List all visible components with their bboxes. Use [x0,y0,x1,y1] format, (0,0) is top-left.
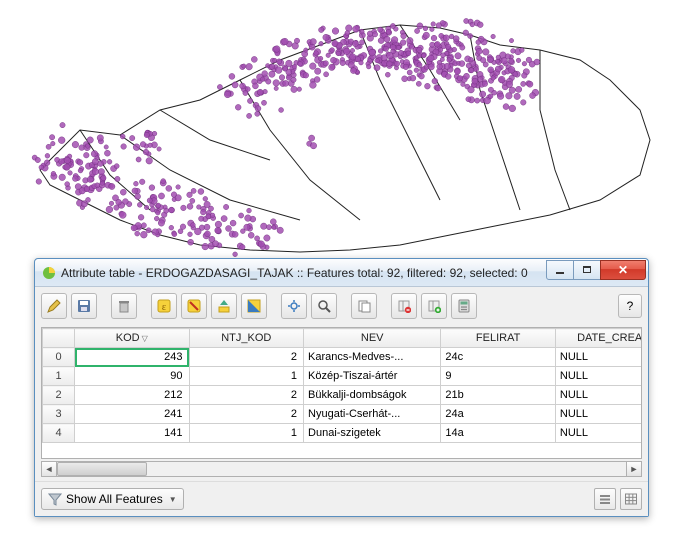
select-by-expression-button[interactable]: ε [151,293,177,319]
toolbar: ε ? [35,287,648,325]
table-row[interactable]: 1901Közép-Tiszai-ártér9NULLNULL [43,367,643,386]
close-button[interactable]: ✕ [600,260,646,280]
pan-to-selected-button[interactable] [281,293,307,319]
move-selection-top-button[interactable] [211,293,237,319]
cell-felirat[interactable]: 21b [441,386,555,405]
copy-rows-button[interactable] [351,293,377,319]
delete-column-button[interactable] [391,293,417,319]
epsilon-icon: ε [157,299,171,313]
toggle-edit-button[interactable] [41,293,67,319]
cell-felirat[interactable]: 24c [441,348,555,367]
scroll-track[interactable] [57,461,626,477]
cell-kod[interactable]: 243 [75,348,189,367]
cell-nev[interactable]: Karancs-Medves-... [304,348,441,367]
map-canvas [0,0,679,300]
trash-icon [116,298,132,314]
table-row[interactable]: 22122Bükkalji-dombságok21bNULLNULL [43,386,643,405]
minimize-button[interactable] [546,260,574,280]
cell-kod[interactable]: 90 [75,367,189,386]
deselect-all-button[interactable] [181,293,207,319]
cell-ntjkod[interactable]: 2 [189,405,303,424]
column-header-nev[interactable]: NEV [304,329,441,348]
cell-datecreat[interactable]: NULL [555,348,642,367]
cell-kod[interactable]: 141 [75,424,189,443]
cell-felirat[interactable]: 14a [441,424,555,443]
cell-felirat[interactable]: 24a [441,405,555,424]
cell-datecreat[interactable]: NULL [555,386,642,405]
row-header[interactable]: 1 [43,367,75,386]
table-row[interactable]: 32412Nyugati-Cserhát-...24aNULLNULL [43,405,643,424]
zoom-icon [317,299,331,313]
pencil-icon [46,298,62,314]
pan-icon [287,299,301,313]
sort-desc-icon: ▽ [142,334,148,343]
filter-mode-label: Show All Features [66,492,163,506]
cell-nev[interactable]: Nyugati-Cserhát-... [304,405,441,424]
delete-selected-button[interactable] [111,293,137,319]
zoom-to-selected-button[interactable] [311,293,337,319]
row-header[interactable]: 2 [43,386,75,405]
title-bar[interactable]: Attribute table - ERDOGAZDASAGI_TAJAK ::… [35,259,648,287]
deselect-icon [187,299,201,313]
cell-datecreat[interactable]: NULL [555,405,642,424]
cell-nev[interactable]: Közép-Tiszai-ártér [304,367,441,386]
maximize-button[interactable] [573,260,601,280]
field-calculator-button[interactable] [451,293,477,319]
window-title: Attribute table - ERDOGAZDASAGI_TAJAK ::… [61,266,547,280]
column-header-ntjkod[interactable]: NTJ_KOD [189,329,303,348]
invert-icon [247,299,261,313]
save-edits-button[interactable] [71,293,97,319]
attribute-table-window: Attribute table - ERDOGAZDASAGI_TAJAK ::… [34,258,649,517]
scroll-left-button[interactable]: ◄ [41,461,57,477]
new-column-icon [427,299,441,313]
save-icon [76,298,92,314]
cell-datecreat[interactable]: NULL [555,424,642,443]
new-column-button[interactable] [421,293,447,319]
scroll-right-button[interactable]: ► [626,461,642,477]
cell-datecreat[interactable]: NULL [555,367,642,386]
table-view-button[interactable] [620,488,642,510]
column-header-felirat[interactable]: FELIRAT [441,329,555,348]
column-header-datecreat[interactable]: DATE_CREAT [555,329,642,348]
move-top-icon [217,299,231,313]
row-header[interactable]: 3 [43,405,75,424]
row-header[interactable]: 4 [43,424,75,443]
cell-felirat[interactable]: 9 [441,367,555,386]
cell-nev[interactable]: Dunai-szigetek [304,424,441,443]
svg-text:ε: ε [162,302,166,313]
funnel-icon [48,492,62,506]
cell-ntjkod[interactable]: 1 [189,424,303,443]
column-header-row: KOD▽ NTJ_KOD NEV FELIRAT DATE_CREAT CREA… [43,329,643,348]
invert-selection-button[interactable] [241,293,267,319]
cell-ntjkod[interactable]: 2 [189,386,303,405]
table-view-icon [624,492,638,506]
cell-ntjkod[interactable]: 2 [189,348,303,367]
cell-ntjkod[interactable]: 1 [189,367,303,386]
table-row[interactable]: 02432Karancs-Medves-...24cNULLNULL [43,348,643,367]
column-header-kod[interactable]: KOD▽ [75,329,189,348]
corner-header[interactable] [43,329,75,348]
table-row[interactable]: 41411Dunai-szigetek14aNULLNULL [43,424,643,443]
cell-kod[interactable]: 212 [75,386,189,405]
form-view-button[interactable] [594,488,616,510]
footer-bar: Show All Features ▼ [35,481,648,516]
calculator-icon [457,299,471,313]
help-button[interactable]: ? [618,294,642,318]
horizontal-scrollbar[interactable]: ◄ ► [41,461,642,477]
cell-nev[interactable]: Bükkalji-dombságok [304,386,441,405]
chevron-down-icon: ▼ [169,495,177,504]
copy-icon [357,299,371,313]
row-header[interactable]: 0 [43,348,75,367]
qgis-icon [41,265,57,281]
delete-column-icon [397,299,411,313]
form-view-icon [598,492,612,506]
scroll-thumb[interactable] [57,462,147,476]
window-controls: ✕ [547,260,646,280]
attribute-table[interactable]: KOD▽ NTJ_KOD NEV FELIRAT DATE_CREAT CREA… [41,327,642,459]
cell-kod[interactable]: 241 [75,405,189,424]
filter-mode-button[interactable]: Show All Features ▼ [41,488,184,510]
